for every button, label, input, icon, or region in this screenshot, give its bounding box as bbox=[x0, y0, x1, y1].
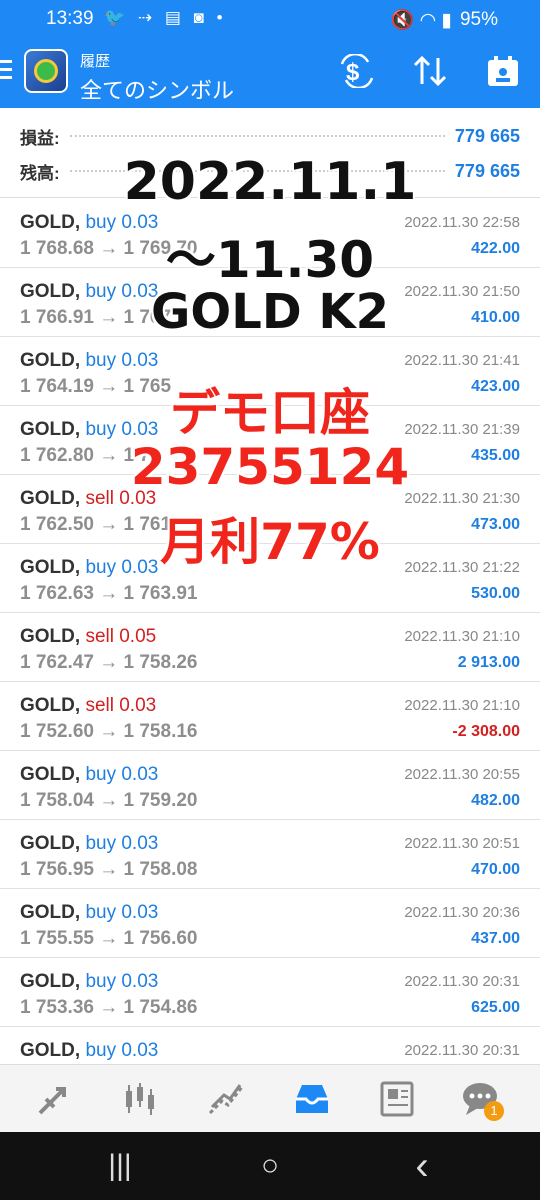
profit-value: 779 665 bbox=[454, 125, 520, 146]
deal-side-volume: buy 0.03 bbox=[85, 971, 159, 992]
deal-symbol-name: GOLD, bbox=[20, 695, 81, 716]
deal-prices: 1 756.95 → 1 758.08 bbox=[20, 859, 198, 880]
deal-side-volume: buy 0.03 bbox=[85, 833, 159, 854]
deal-prices: 1 753.36 → 1 754.86 bbox=[20, 997, 198, 1018]
deal-side-volume: buy 0.03 bbox=[85, 902, 159, 923]
system-nav-bar: ||| ○ ‹ bbox=[0, 1132, 540, 1200]
deal-symbol-name: GOLD, bbox=[20, 902, 81, 923]
back-button[interactable]: ‹ bbox=[392, 1146, 452, 1186]
deal-time: 2022.11.30 21:10 bbox=[404, 697, 520, 714]
deal-prices: 1 752.60 → 1 758.16 bbox=[20, 721, 198, 742]
deal-symbol-name: GOLD, bbox=[20, 350, 81, 371]
overlay-date-range-end: 〜11.30 bbox=[165, 231, 375, 289]
calendar-icon[interactable] bbox=[486, 54, 520, 95]
deal-profit: 482.00 bbox=[471, 792, 520, 809]
overlay-monthly-return: 月利77% bbox=[160, 513, 380, 571]
trade-icon[interactable] bbox=[206, 1079, 246, 1119]
deal-time: 2022.11.30 20:55 bbox=[404, 766, 520, 783]
overlay-date-range-start: 2022.11.1 bbox=[123, 152, 417, 212]
deal-profit: 625.00 bbox=[471, 999, 520, 1016]
deal-row[interactable]: GOLD, buy 0.03 1 755.55 → 1 756.60 2022.11… bbox=[0, 889, 540, 958]
home-button[interactable]: ○ bbox=[240, 1148, 300, 1184]
bottom-tab-bar: 1 bbox=[0, 1064, 540, 1132]
messages-icon[interactable]: 1 bbox=[460, 1079, 504, 1121]
battery-level: 95% bbox=[459, 9, 498, 30]
deal-symbol: GOLD, buy 0.03 bbox=[20, 764, 158, 786]
deal-symbol: GOLD, buy 0.03 bbox=[20, 1040, 158, 1062]
deal-prices: 1 762.47 → 1 758.26 bbox=[20, 652, 198, 673]
deal-symbol-name: GOLD, bbox=[20, 971, 81, 992]
deal-profit: -2 308.00 bbox=[452, 723, 520, 740]
history-icon[interactable] bbox=[292, 1079, 332, 1119]
deal-profit: 2 913.00 bbox=[457, 654, 520, 671]
status-bar: 13:39 🐦 ⇢ ▤ ◙ • 🔇 ◠ ▮ 95% bbox=[0, 0, 540, 40]
deal-side-volume: buy 0.03 bbox=[85, 764, 159, 785]
status-time: 13:39 bbox=[46, 8, 94, 29]
deal-prices: 1 762.63 → 1 763.91 bbox=[20, 583, 198, 604]
app-bar: 履歴 全てのシンボル $ bbox=[0, 40, 540, 108]
overlay-account-number: 23755124 bbox=[130, 438, 410, 496]
deal-symbol: GOLD, sell 0.03 bbox=[20, 695, 156, 717]
deal-time: 2022.11.30 20:31 bbox=[404, 973, 520, 990]
chart-icon[interactable] bbox=[120, 1079, 160, 1119]
deal-row[interactable]: GOLD, buy 0.03 1 756.95 → 1 758.08 2022.11… bbox=[0, 820, 540, 889]
deal-time: 2022.11.30 21:41 bbox=[404, 352, 520, 369]
deal-symbol: GOLD, buy 0.03 bbox=[20, 971, 158, 993]
metatrader-logo-icon bbox=[24, 49, 68, 93]
news-icon[interactable] bbox=[378, 1079, 418, 1119]
deal-row[interactable]: GOLD, buy 0.03 1 753.36 → 1 754.86 2022.11… bbox=[0, 958, 540, 1027]
unread-badge: 1 bbox=[484, 1101, 504, 1121]
deal-symbol: GOLD, sell 0.05 bbox=[20, 626, 156, 648]
deal-symbol: GOLD, buy 0.03 bbox=[20, 350, 158, 372]
symbol-filter-title[interactable]: 全てのシンボル bbox=[80, 73, 234, 105]
deal-row[interactable]: GOLD, buy 0.03 1 758.04 → 1 759.20 2022.11… bbox=[0, 751, 540, 820]
quotes-icon[interactable] bbox=[34, 1079, 74, 1119]
deal-side-volume: buy 0.03 bbox=[85, 1040, 159, 1061]
currency-swap-icon[interactable]: $ bbox=[338, 52, 376, 95]
deal-prices: 1 755.55 → 1 756.60 bbox=[20, 928, 198, 949]
dotted-leader bbox=[69, 135, 445, 137]
recent-apps-button[interactable]: ||| bbox=[90, 1148, 150, 1184]
deal-time: 2022.11.30 20:51 bbox=[404, 835, 520, 852]
deal-time: 2022.11.30 20:36 bbox=[404, 904, 520, 921]
deal-profit: 530.00 bbox=[471, 585, 520, 602]
deal-symbol: GOLD, buy 0.03 bbox=[20, 902, 158, 924]
system-icons: 🔇 ◠ ▮ bbox=[390, 10, 452, 31]
menu-icon[interactable] bbox=[0, 60, 14, 82]
deal-symbol-name: GOLD, bbox=[20, 764, 81, 785]
profit-row: 損益: 779 665 bbox=[20, 121, 520, 151]
deal-side-volume: sell 0.05 bbox=[85, 626, 157, 647]
overlay-ea-name: GOLD K2 bbox=[151, 284, 389, 340]
notification-icons: 🐦 ⇢ ▤ ◙ • bbox=[104, 8, 227, 27]
sort-icon[interactable] bbox=[412, 54, 448, 95]
deal-side-volume: sell 0.03 bbox=[85, 695, 157, 716]
deal-time: 2022.11.30 20:31 bbox=[404, 1042, 520, 1059]
deal-row[interactable]: GOLD, sell 0.05 1 762.47 → 1 758.26 2022.1… bbox=[0, 613, 540, 682]
deal-profit: 470.00 bbox=[471, 861, 520, 878]
screen-subtitle: 履歴 bbox=[80, 53, 111, 70]
deal-side-volume: buy 0.03 bbox=[85, 350, 159, 371]
deal-symbol-name: GOLD, bbox=[20, 1040, 81, 1061]
deal-symbol-name: GOLD, bbox=[20, 626, 81, 647]
deal-profit: 437.00 bbox=[471, 930, 520, 947]
deal-row[interactable]: GOLD, sell 0.03 1 752.60 → 1 758.16 2022.1… bbox=[0, 682, 540, 751]
deal-time: 2022.11.30 21:10 bbox=[404, 628, 520, 645]
deal-prices: 1 758.04 → 1 759.20 bbox=[20, 790, 198, 811]
deal-symbol-name: GOLD, bbox=[20, 833, 81, 854]
profit-label: 損益: bbox=[20, 128, 60, 148]
deal-symbol: GOLD, buy 0.03 bbox=[20, 833, 158, 855]
status-right: 🔇 ◠ ▮ 95% bbox=[391, 8, 498, 32]
overlay-account-type: デモ口座 bbox=[170, 384, 370, 442]
